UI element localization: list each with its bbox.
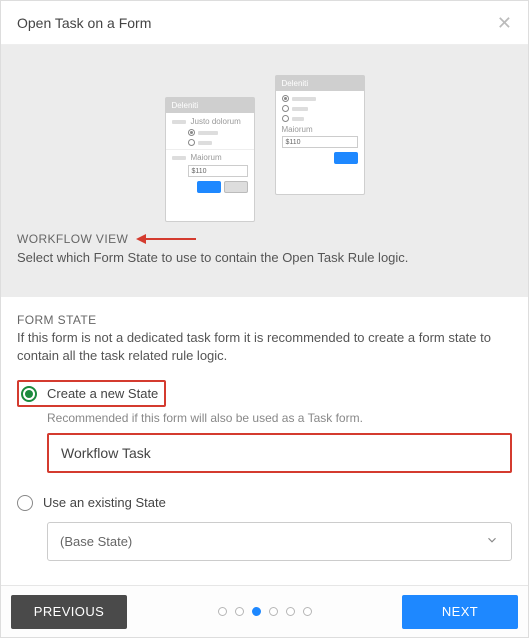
radio-icon [21, 386, 37, 402]
wizard-step-dot[interactable] [218, 607, 227, 616]
form-illustration: Deleniti Maiorum $110 Deleniti Justo dol… [165, 75, 365, 220]
wizard-step-dot[interactable] [235, 607, 244, 616]
mock-form-front: Deleniti Justo dolorum Maiorum $110 [165, 97, 255, 222]
previous-button[interactable]: Previous [11, 595, 127, 629]
radio-use-existing-state[interactable]: Use an existing State [17, 493, 512, 512]
radio-label: Create a new State [47, 384, 158, 403]
radio-icon [17, 495, 33, 511]
existing-state-select[interactable]: (Base State) [47, 522, 512, 561]
workflow-view-desc: Select which Form State to use to contai… [1, 250, 528, 281]
wizard-step-dot[interactable] [269, 607, 278, 616]
create-state-help: Recommended if this form will also be us… [47, 411, 512, 425]
select-value: (Base State) [60, 534, 132, 549]
illustration-region: Deleniti Maiorum $110 Deleniti Justo dol… [1, 45, 528, 297]
wizard-footer: Previous Next [1, 585, 528, 637]
highlight-arrow-icon [136, 233, 196, 245]
chevron-down-icon [485, 533, 499, 550]
workflow-view-label: WORKFLOW VIEW [17, 232, 128, 246]
wizard-step-dot[interactable] [286, 607, 295, 616]
wizard-steps [218, 607, 312, 616]
close-icon[interactable]: ✕ [497, 14, 512, 32]
form-state-section: FORM STATE If this form is not a dedicat… [1, 297, 528, 585]
radio-create-new-state[interactable]: Create a new State [17, 380, 512, 407]
form-state-help: If this form is not a dedicated task for… [17, 329, 512, 364]
modal-title: Open Task on a Form [17, 15, 151, 31]
new-state-name-input[interactable] [49, 435, 510, 471]
wizard-step-dot[interactable] [303, 607, 312, 616]
form-state-heading: FORM STATE [17, 313, 512, 327]
next-button[interactable]: Next [402, 595, 518, 629]
radio-label: Use an existing State [43, 493, 166, 512]
wizard-step-dot[interactable] [252, 607, 261, 616]
new-state-name-input-wrap [47, 433, 512, 473]
modal-header: Open Task on a Form ✕ [1, 1, 528, 45]
mock-form-back: Deleniti Maiorum $110 [275, 75, 365, 195]
